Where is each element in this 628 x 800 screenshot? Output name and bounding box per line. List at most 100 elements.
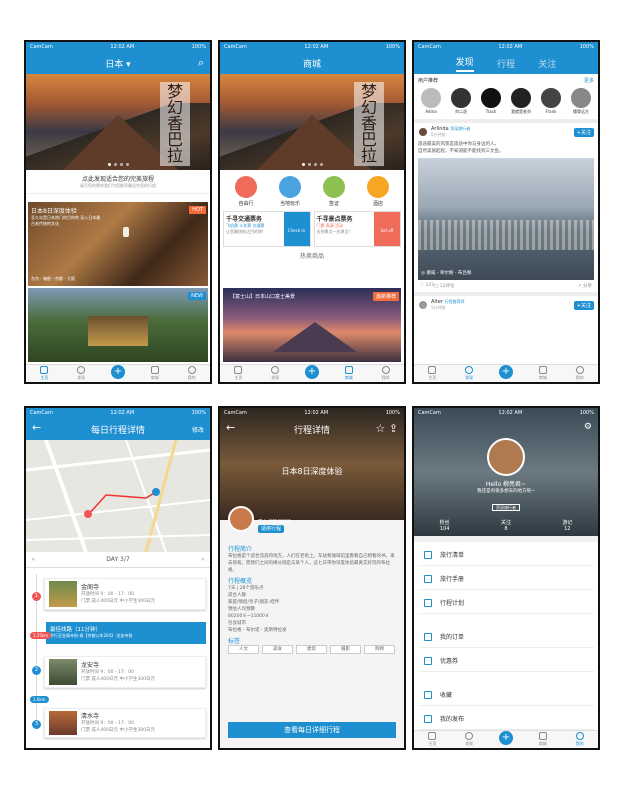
stop-card-2[interactable]: 龙安寺 开放时间 9：00 - 17：00 门票 成人400日元 中小学生300日元 [44, 656, 206, 688]
status-bar: CamCam 12:02 AM 100% [220, 42, 404, 52]
stat-value: 8 [504, 526, 508, 532]
rec-user[interactable]: 刘二虎 [450, 87, 472, 115]
tag-chip[interactable]: 摄影 [330, 645, 361, 654]
checkin-button[interactable]: Check-in [283, 212, 310, 246]
view-daily-button[interactable]: 查看每日详细行程 [228, 722, 396, 738]
search-icon[interactable]: ⌕ [198, 56, 204, 70]
chevron-down-icon: ▾ [126, 59, 131, 70]
post-card[interactable]: Arlinda 资深旅行者 5分钟前 +关注 旅途最美的风景是旅途中你与身边的人。… [414, 123, 598, 158]
menu-favorites[interactable]: 收藏 [418, 684, 594, 706]
hot-badge: HOT [189, 206, 206, 214]
tab-discover[interactable]: 发现 [261, 366, 289, 381]
transport-ticket-card[interactable]: 千寻交通票务 飞机票 火车票 交通票 让您最快抵达目的地! Check-in [223, 211, 311, 247]
tag-chip[interactable]: 人文 [228, 645, 259, 654]
like-button[interactable]: ♡ 123 [420, 283, 434, 289]
rec-user[interactable]: 我就是老刘 [510, 87, 532, 115]
tag-chip[interactable]: 建筑 [296, 645, 327, 654]
tag-chip[interactable]: 购物 [364, 645, 395, 654]
share-button[interactable]: ↗ 分享 [578, 283, 592, 289]
tab-discover[interactable]: 发现 [67, 366, 95, 381]
hot-product-card[interactable]: 【富士山】日本山口富士美景 最新推荐 [223, 288, 401, 362]
tab-following[interactable]: 关注 [538, 57, 556, 70]
back-arrow-icon[interactable]: ← [226, 421, 235, 434]
menu-travel-handbook[interactable]: 旅行手册 [418, 568, 594, 590]
tab-plus[interactable]: + [492, 730, 520, 745]
tab-plus[interactable]: + [104, 364, 132, 379]
rec-user[interactable]: Adina [420, 87, 442, 115]
tab-mall[interactable]: 商城 [141, 366, 169, 381]
guide-info[interactable]: 李山 行程规划师 适用行程 [228, 506, 291, 533]
next-day-icon[interactable]: › [202, 556, 204, 563]
menu-label: 旅行清单 [440, 552, 465, 559]
menu-my-posts[interactable]: 我的发布 [418, 708, 594, 730]
tab-mall[interactable]: 商城 [529, 732, 557, 747]
tab-mall[interactable]: 商城 [529, 366, 557, 381]
edit-button[interactable]: 修改 [192, 425, 204, 434]
region-dropdown[interactable]: 日本 ▾ [105, 57, 130, 70]
stat-fans[interactable]: 粉丝 104 [440, 519, 450, 532]
route-map[interactable] [26, 440, 210, 552]
tab-mall[interactable]: 商城 [335, 366, 363, 381]
carousel-dots[interactable] [26, 163, 210, 166]
menu-travel-list[interactable]: 旅行清单 [418, 544, 594, 566]
post-card-2[interactable]: Alter 行程推荐师 5分钟前 +关注 [414, 296, 598, 314]
tab-mine[interactable]: 我的 [566, 366, 594, 381]
stop-card-3[interactable]: 清水寺 开放时间 9：00 - 17：00 门票 成人400日元 中小学生300日元 [44, 708, 206, 738]
tab-plus[interactable]: + [492, 364, 520, 379]
tab-home[interactable]: 主页 [418, 366, 446, 381]
star-icon[interactable]: ☆ ⇪ [375, 422, 398, 435]
tab-discover[interactable]: 发现 [455, 55, 474, 72]
carousel-dots[interactable] [220, 163, 404, 166]
route-info[interactable]: 最佳线路（11分钟） 步行至金阁寺前-乘【京都公车204】-龙安寺前 [46, 622, 206, 644]
tab-home[interactable]: 主页 [418, 732, 446, 747]
cat-hotel[interactable]: 酒店 [367, 176, 389, 207]
tab-home[interactable]: 主页 [30, 366, 58, 381]
attraction-ticket-card[interactable]: 千寻景点票务 门票 表演 活动 去到景点一应俱全! Set off [313, 211, 401, 247]
tab-label: 发现 [465, 741, 474, 746]
hero-banner[interactable]: 梦幻香巴拉 [26, 74, 210, 170]
promo-banner[interactable]: 点此发现适合您的完美旅程 填写您的需求我们为您推荐最适合您的行程 [26, 170, 210, 194]
tab-mine[interactable]: 我的 [566, 732, 594, 747]
setoff-button[interactable]: Set off [374, 212, 400, 246]
more-link[interactable]: 更多 [584, 77, 594, 84]
hero-banner[interactable]: 梦幻香巴拉 [220, 74, 404, 170]
start-pin-icon[interactable] [84, 510, 92, 518]
rec-user[interactable]: 懂骨远方 [570, 87, 592, 115]
menu-coupons[interactable]: 优惠券 [418, 650, 594, 672]
battery: 100% [385, 410, 400, 416]
cat-free-travel[interactable]: 自由行 [235, 176, 257, 207]
stop-card-1[interactable]: 金阁寺 开放时间 9：00 - 17：00 门票 成人400日元 中小学生300日元 [44, 578, 206, 610]
trip-card-1[interactable]: HOT 日本8日深度体验 亚久岛是日本热门的目的地 深入日本最古老传统的文化 东… [28, 202, 208, 286]
end-pin-icon[interactable] [152, 488, 160, 496]
cat-local[interactable]: 当地玩乐 [279, 176, 301, 207]
profile-avatar[interactable] [487, 438, 525, 476]
rec-user[interactable]: Track [480, 87, 502, 115]
settings-gear-icon[interactable]: ⚙ [584, 422, 592, 432]
stat-notes[interactable]: 游记 12 [562, 519, 572, 532]
back-arrow-icon[interactable]: ← [32, 421, 41, 434]
prev-day-icon[interactable]: ‹ [32, 556, 34, 563]
follow-button[interactable]: +关注 [573, 128, 594, 137]
tab-discover[interactable]: 发现 [455, 732, 483, 747]
tab-home[interactable]: 主页 [224, 366, 252, 381]
tab-trips[interactable]: 行程 [497, 57, 515, 70]
rec-user[interactable]: Frank [540, 87, 562, 115]
rec-header: 用户推荐 更多 [414, 74, 598, 87]
menu-trip-plan[interactable]: 行程计划 [418, 592, 594, 614]
cat-visa[interactable]: 签证 [323, 176, 345, 207]
trip-card-2[interactable]: NEW [28, 288, 208, 362]
follow-button[interactable]: +关注 [573, 301, 594, 310]
suitcase-icon [235, 176, 257, 198]
nav-tabs: 发现 行程 关注 [414, 52, 598, 74]
menu-orders[interactable]: 我的订单 [418, 626, 594, 648]
comment-button[interactable]: ▢ 12评论 [434, 283, 454, 289]
tab-discover[interactable]: 发现 [455, 366, 483, 381]
tag-chip[interactable]: 美食 [262, 645, 293, 654]
passport-icon [323, 176, 345, 198]
stat-following[interactable]: 关注 8 [501, 519, 511, 532]
tab-mine[interactable]: 我的 [178, 366, 206, 381]
tab-plus[interactable]: + [298, 364, 326, 379]
tab-mine[interactable]: 我的 [372, 366, 400, 381]
user-name: 我就是老刘 [511, 109, 531, 114]
post-photo[interactable]: ◎ 挪威 - 卑尔根 - 布吕根 [418, 158, 594, 280]
